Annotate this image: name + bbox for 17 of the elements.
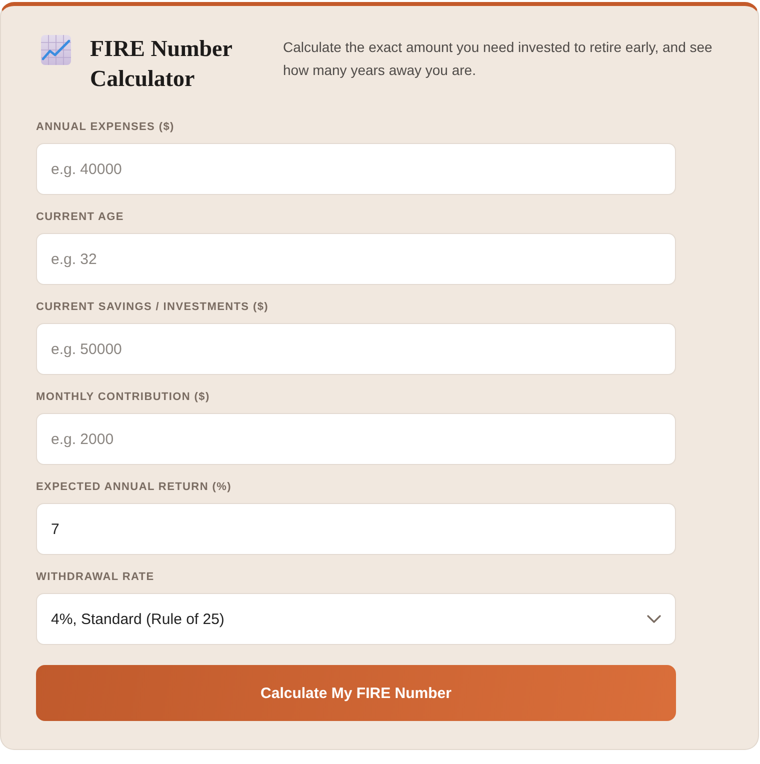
current-age-label: CURRENT AGE: [36, 210, 125, 225]
annual-expenses-label: ANNUAL EXPENSES ($): [36, 120, 176, 135]
current-savings-field[interactable]: e.g. 50000: [36, 323, 676, 375]
chevron-down-icon: [647, 615, 661, 623]
monthly-contribution-label: MONTHLY CONTRIBUTION ($): [36, 390, 211, 405]
calculate-button[interactable]: Calculate My FIRE Number: [36, 665, 676, 721]
calculator-title: FIRE Number Calculator: [90, 35, 234, 93]
chart-icon: [41, 35, 71, 65]
calculator-description: Calculate the exact amount you need invested to retire early, and see how many years away you are.: [283, 38, 714, 80]
withdrawal-rate-label: WITHDRAWAL RATE: [36, 570, 156, 585]
current-age-field[interactable]: e.g. 32: [36, 233, 676, 285]
current-savings-label: CURRENT SAVINGS / INVESTMENTS ($): [36, 300, 270, 315]
withdrawal-rate-dropdown[interactable]: 4%, Standard (Rule of 25): [36, 593, 676, 645]
monthly-contribution-field[interactable]: e.g. 2000: [36, 413, 676, 465]
annual-return-label: EXPECTED ANNUAL RETURN (%): [36, 480, 232, 495]
annual-return-field[interactable]: 7: [36, 503, 676, 555]
annual-expenses-field[interactable]: e.g. 40000: [36, 143, 676, 195]
